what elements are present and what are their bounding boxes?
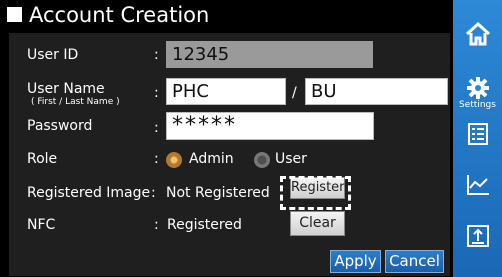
colon: : bbox=[154, 47, 159, 63]
colon: : bbox=[151, 185, 156, 201]
first-name-field[interactable]: PHC bbox=[166, 78, 286, 105]
register-highlight bbox=[280, 176, 351, 210]
registered-image-label: Registered Image bbox=[27, 185, 151, 201]
colon: : bbox=[154, 120, 159, 136]
sidebar-item-settings[interactable]: Settings bbox=[453, 76, 502, 110]
colon: : bbox=[154, 217, 159, 233]
role-admin-label: Admin bbox=[189, 151, 234, 167]
password-label: Password bbox=[27, 118, 93, 134]
settings-icon bbox=[466, 77, 489, 99]
sidebar-item-list[interactable] bbox=[453, 122, 502, 146]
chart-icon bbox=[466, 175, 489, 195]
sidebar: Settings bbox=[453, 0, 502, 277]
role-user-radio[interactable] bbox=[254, 152, 270, 168]
nfc-status: Registered bbox=[167, 217, 242, 233]
last-name-field[interactable]: BU bbox=[305, 78, 448, 105]
password-field[interactable]: ***** bbox=[166, 112, 374, 140]
clear-button[interactable]: Clear bbox=[290, 211, 345, 236]
user-id-label: User ID bbox=[27, 47, 79, 63]
apply-button[interactable]: Apply bbox=[330, 250, 381, 273]
colon: : bbox=[154, 151, 159, 167]
sidebar-item-chart[interactable] bbox=[453, 174, 502, 196]
cancel-button[interactable]: Cancel bbox=[385, 250, 444, 273]
user-id-field[interactable]: 12345 bbox=[166, 41, 373, 68]
home-icon bbox=[465, 22, 490, 46]
list-icon bbox=[467, 123, 488, 145]
role-user-label: User bbox=[275, 151, 307, 167]
name-separator: / bbox=[292, 85, 297, 101]
registered-image-status: Not Registered bbox=[166, 185, 270, 201]
account-form: User ID : 12345 User Name ( First / Last… bbox=[9, 33, 450, 276]
role-label: Role bbox=[27, 151, 58, 167]
title-square-icon bbox=[7, 7, 22, 22]
user-name-hint: ( First / Last Name ) bbox=[31, 97, 120, 107]
role-admin-radio[interactable] bbox=[166, 152, 182, 168]
settings-label: Settings bbox=[459, 100, 496, 110]
user-name-label: User Name bbox=[27, 81, 105, 97]
export-icon bbox=[466, 225, 489, 247]
sidebar-item-export[interactable] bbox=[453, 224, 502, 248]
nfc-label: NFC bbox=[27, 217, 56, 233]
sidebar-item-home[interactable] bbox=[453, 22, 502, 46]
page-title: Account Creation bbox=[29, 3, 210, 27]
colon: : bbox=[154, 85, 159, 101]
title-bar: Account Creation bbox=[0, 0, 453, 30]
